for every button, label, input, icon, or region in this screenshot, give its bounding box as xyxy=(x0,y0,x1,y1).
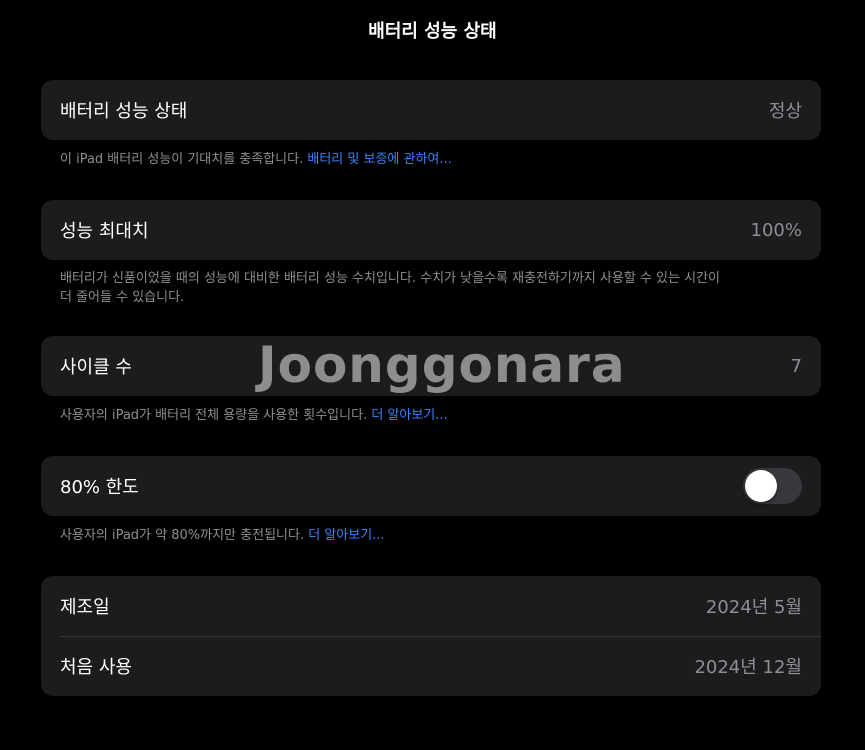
limit-80-group: 80% 한도 xyxy=(41,456,821,516)
cycle-count-group: 사이클 수 7 xyxy=(41,336,821,396)
battery-warranty-link[interactable]: 배터리 및 보증에 관하여... xyxy=(307,152,451,167)
cycle-count-label: 사이클 수 xyxy=(60,357,132,378)
manufactured-row: 제조일 2024년 5월 xyxy=(41,576,821,636)
limit-80-footnote: 사용자의 iPad가 약 80%까지만 충전됩니다. 더 알아보기... xyxy=(60,526,800,545)
battery-health-label: 배터리 성능 상태 xyxy=(60,101,188,122)
battery-health-row: 배터리 성능 상태 정상 xyxy=(41,80,821,140)
limit-80-learn-more-link[interactable]: 더 알아보기... xyxy=(308,528,384,543)
cycle-count-learn-more-link[interactable]: 더 알아보기... xyxy=(371,408,447,423)
limit-80-label: 80% 한도 xyxy=(60,477,139,498)
first-use-value: 2024년 12월 xyxy=(694,657,802,678)
max-capacity-row: 성능 최대치 100% xyxy=(41,200,821,260)
first-use-label: 처음 사용 xyxy=(60,657,132,678)
page-title: 배터리 성능 상태 xyxy=(368,21,497,42)
first-use-row: 처음 사용 2024년 12월 xyxy=(41,636,821,696)
dates-group: 제조일 2024년 5월 처음 사용 2024년 12월 xyxy=(41,576,821,696)
cycle-count-value: 7 xyxy=(790,355,802,377)
battery-health-footnote: 이 iPad 배터리 성능이 기대치를 충족합니다. 배터리 및 보증에 관하여… xyxy=(60,150,800,169)
max-capacity-label: 성능 최대치 xyxy=(60,221,149,242)
limit-80-footnote-text: 사용자의 iPad가 약 80%까지만 충전됩니다. xyxy=(60,528,309,543)
manufactured-label: 제조일 xyxy=(60,597,110,618)
toggle-knob xyxy=(745,470,777,502)
limit-80-row: 80% 한도 xyxy=(41,456,821,516)
cycle-count-footnote-text: 사용자의 iPad가 배터리 전체 용량을 사용한 횟수입니다. xyxy=(60,408,372,423)
battery-health-group: 배터리 성능 상태 정상 xyxy=(41,80,821,140)
max-capacity-footnote-line1: 배터리가 신품이었을 때의 성능에 대비한 배터리 성능 수치입니다. 수치가 … xyxy=(60,271,720,286)
battery-health-footnote-text: 이 iPad 배터리 성능이 기대치를 충족합니다. xyxy=(60,152,308,167)
battery-health-value: 정상 xyxy=(768,101,802,122)
manufactured-value: 2024년 5월 xyxy=(705,597,802,618)
cycle-count-row: 사이클 수 7 xyxy=(41,336,821,396)
max-capacity-group: 성능 최대치 100% xyxy=(41,200,821,260)
max-capacity-value: 100% xyxy=(750,219,802,241)
max-capacity-footnote: 배터리가 신품이었을 때의 성능에 대비한 배터리 성능 수치입니다. 수치가 … xyxy=(60,269,800,307)
cycle-count-footnote: 사용자의 iPad가 배터리 전체 용량을 사용한 횟수입니다. 더 알아보기.… xyxy=(60,406,800,425)
battery-health-page: 배터리 성능 상태 배터리 성능 상태 정상 이 iPad 배터리 성능이 기대… xyxy=(0,0,865,750)
limit-80-toggle[interactable] xyxy=(743,468,802,504)
max-capacity-footnote-line2: 더 줄어들 수 있습니다. xyxy=(60,290,185,305)
